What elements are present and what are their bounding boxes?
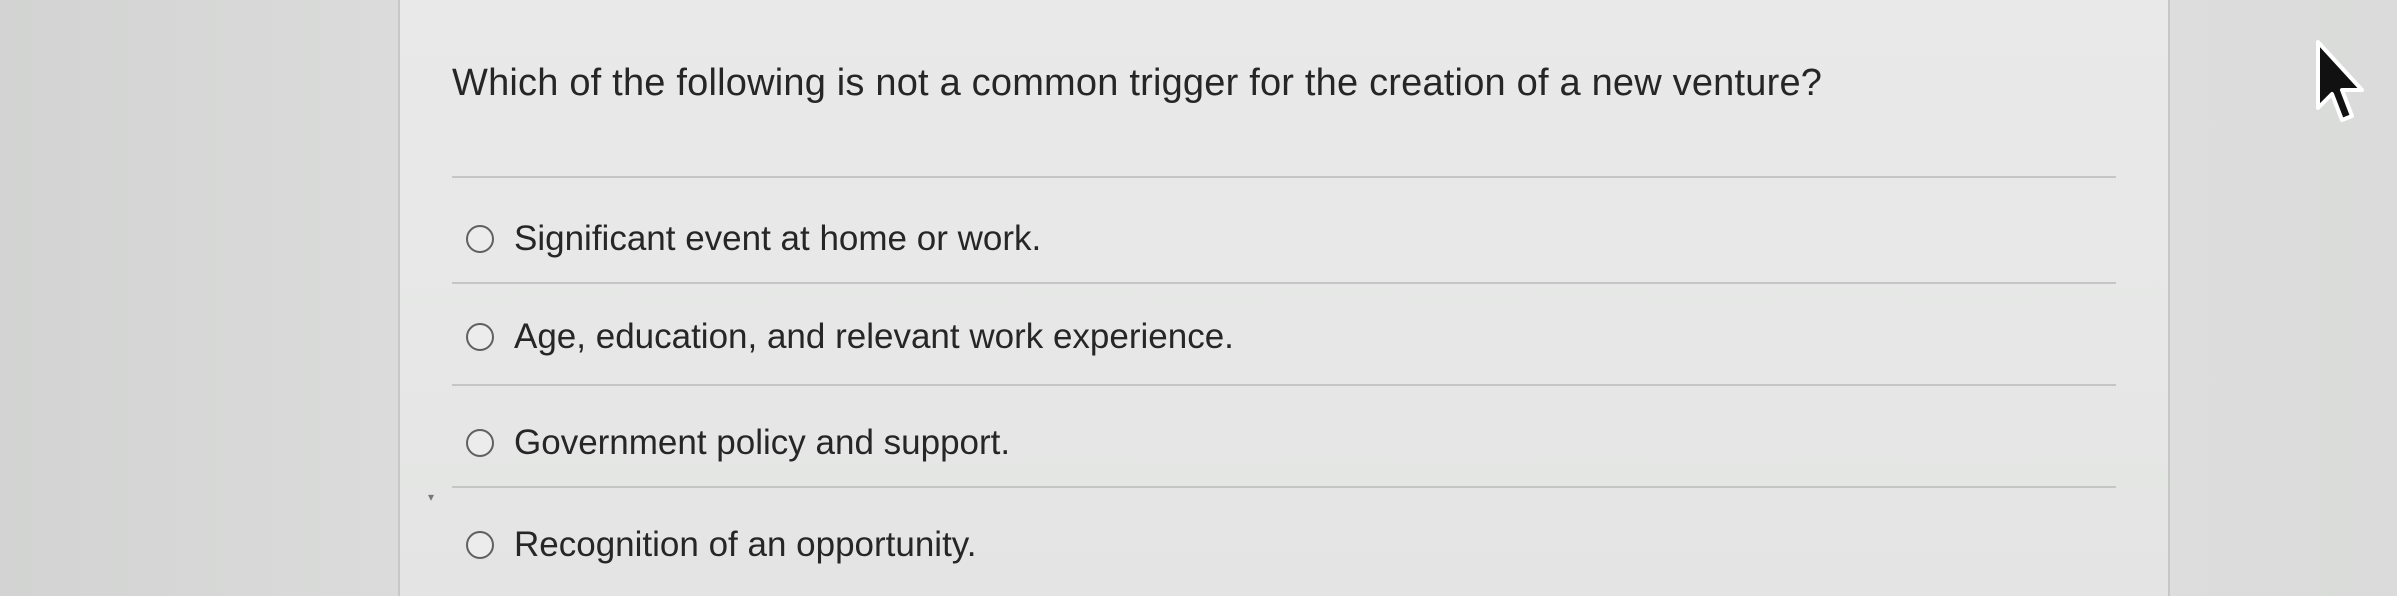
- radio-button-icon[interactable]: [466, 225, 494, 253]
- answer-option-label: Recognition of an opportunity.: [514, 525, 977, 564]
- answer-option-3[interactable]: Government policy and support.: [466, 418, 1010, 468]
- answer-option-1[interactable]: Significant event at home or work.: [466, 214, 1041, 264]
- question-text: Which of the following is not a common t…: [452, 62, 1823, 104]
- mouse-pointer-icon: [2316, 40, 2364, 122]
- divider: [452, 282, 2116, 284]
- divider: [452, 486, 2116, 488]
- answer-option-4[interactable]: Recognition of an opportunity.: [466, 520, 976, 570]
- divider: [452, 176, 2116, 178]
- small-arrow-icon: ▾: [428, 490, 435, 504]
- answer-option-label: Age, education, and relevant work experi…: [514, 317, 1234, 356]
- answer-option-label: Significant event at home or work.: [514, 219, 1042, 258]
- radio-button-icon[interactable]: [466, 531, 494, 559]
- answer-option-2[interactable]: Age, education, and relevant work experi…: [466, 312, 1234, 362]
- radio-button-icon[interactable]: [466, 323, 494, 351]
- radio-button-icon[interactable]: [466, 429, 494, 457]
- answer-option-label: Government policy and support.: [514, 423, 1011, 462]
- screen: Which of the following is not a common t…: [0, 0, 2397, 596]
- divider: [452, 384, 2116, 386]
